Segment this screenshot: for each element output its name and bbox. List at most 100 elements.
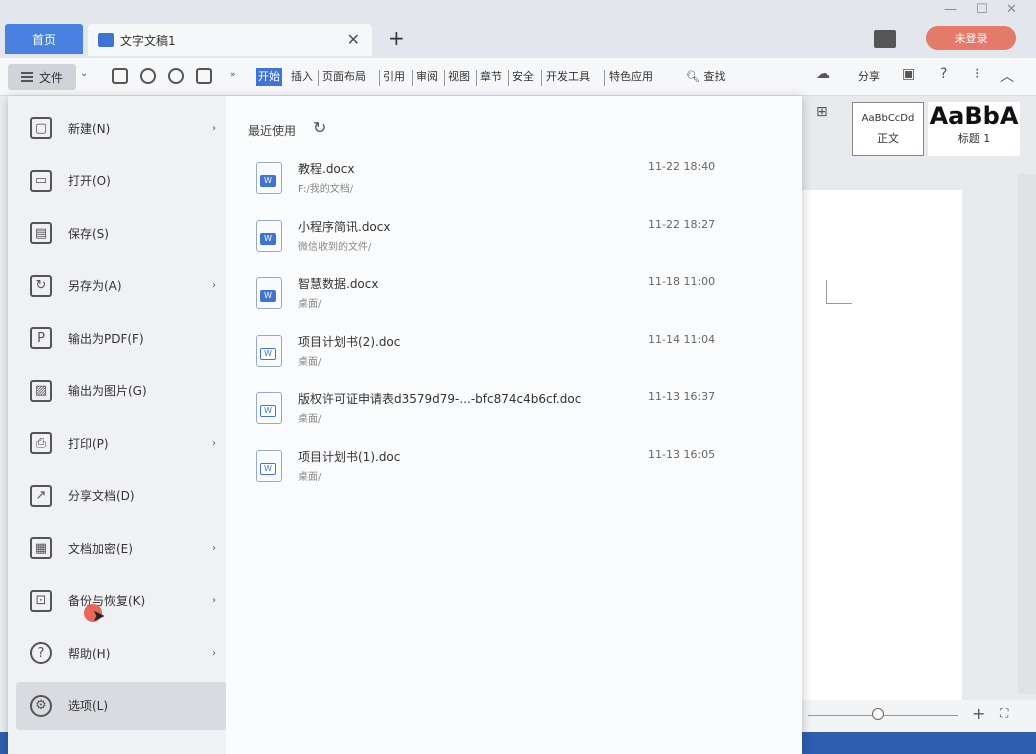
document-tab[interactable]: 文字文稿1 ✕	[88, 24, 372, 56]
recent-title: 最近使用	[248, 124, 297, 138]
tab-chapter[interactable]: 章节	[478, 68, 504, 86]
file-type-badge: W	[260, 175, 276, 187]
style-heading1-label: 标题 1	[957, 132, 991, 145]
recent-file-path: 桌面/	[298, 414, 322, 425]
cloud-sync-icon[interactable]: ☁	[816, 66, 830, 82]
recent-file-name: 项目计划书(2).doc	[298, 334, 401, 349]
menu-item-save-as[interactable]: ↻ 另存为(A) ›	[16, 262, 226, 310]
menu-item-print[interactable]: ⎙ 打印(P) ›	[16, 419, 226, 467]
recent-file-path: 微信收到的文件/	[298, 241, 372, 253]
tab-separator	[379, 70, 380, 86]
home-tab[interactable]: 首页	[5, 24, 83, 54]
menu-item-label: 帮助(H)	[68, 646, 111, 661]
zoom-in-icon[interactable]: +	[972, 704, 985, 723]
zoom-slider-knob[interactable]	[872, 708, 884, 720]
menu-item-label: 打印(P)	[68, 436, 109, 451]
folder-icon: ▭	[30, 169, 52, 192]
recent-file-row[interactable]: W 智慧数据.docx 桌面/11-18 11:00	[240, 269, 800, 323]
file-type-badge: W	[260, 290, 276, 302]
undo-quick-icon[interactable]	[140, 68, 156, 84]
menu-item-label: 选项(L)	[68, 699, 109, 713]
login-button[interactable]: 未登录	[926, 26, 1016, 50]
file-type-badge: W	[260, 462, 276, 475]
menu-item-label: 文档加密(E)	[68, 541, 133, 556]
help-top-icon[interactable]: ?	[940, 66, 947, 82]
recent-file-time: 11-18 11:00	[648, 275, 716, 288]
find-button[interactable]: 🔍︎ 查找	[686, 68, 725, 84]
document-page[interactable]	[800, 190, 962, 700]
style-heading1[interactable]: AaBbA 标题 1	[928, 102, 1020, 156]
collab-icon[interactable]: ▣	[902, 66, 915, 82]
tab-security[interactable]: 安全	[510, 68, 536, 86]
menu-item-new-doc[interactable]: ▢ 新建(N) ›	[16, 104, 226, 152]
chevron-down-icon[interactable]: ⌄	[80, 68, 88, 79]
recent-file-time: 11-22 18:40	[648, 160, 716, 173]
menu-item-folder[interactable]: ▭ 打开(O)	[16, 157, 226, 205]
tab-separator	[604, 70, 605, 86]
tab-references[interactable]: 引用	[381, 68, 407, 86]
save-as-icon: ↻	[30, 274, 52, 297]
save-icon: ▤	[30, 222, 52, 244]
close-window-icon[interactable]: ✕	[1006, 2, 1017, 17]
recent-file-row[interactable]: W 版权许可证申请表d3579d79-...-bfc874c4b6cf.doc 桌面…	[240, 384, 800, 438]
mouse-cursor-icon: ➤	[92, 606, 106, 625]
menu-item-save[interactable]: ▤ 保存(S)	[16, 209, 226, 257]
minimize-icon[interactable]: —	[944, 2, 957, 17]
file-menu-button[interactable]: 文件	[8, 64, 76, 90]
recent-file-row[interactable]: W 小程序简讯.docx 微信收到的文件/11-22 18:27	[240, 212, 800, 266]
recent-file-row[interactable]: W 项目计划书(1).doc 桌面/11-13 16:05	[240, 442, 800, 496]
more-chevron-icon[interactable]: »	[230, 70, 236, 80]
recent-file-name: 教程.docx	[298, 162, 355, 176]
backup-icon: ⊡	[30, 589, 52, 612]
close-tab-icon[interactable]: ✕	[347, 30, 360, 49]
menu-item-help[interactable]: ? 帮助(H) ›	[16, 629, 226, 677]
new-tab-button[interactable]: +	[388, 26, 405, 50]
ribbon-tab-row: 文件 ⌄ » 开始 插入 页面布局 引用 审阅 视图 章节 安全 开发工具 特色…	[0, 58, 1036, 96]
word-file-icon: W	[256, 162, 282, 194]
chevron-right-icon: ›	[212, 122, 216, 134]
tab-developer[interactable]: 开发工具	[544, 68, 592, 86]
recent-file-row[interactable]: W 项目计划书(2).doc 桌面/11-14 11:04	[240, 327, 800, 381]
maximize-icon[interactable]: ☐	[976, 2, 988, 17]
tab-page-layout[interactable]: 页面布局	[320, 68, 368, 86]
style-normal[interactable]: AaBbCcDd 正文	[852, 102, 924, 156]
wps-writer-window: 首页 文字文稿1 ✕ + — ☐ ✕ 未登录 文件 ⌄ » 开始 插入 页面布局…	[0, 0, 1036, 754]
status-bar: + ⛶	[800, 700, 1036, 732]
redo-quick-icon[interactable]	[168, 68, 184, 84]
refresh-icon[interactable]: ↻	[313, 118, 326, 137]
chevron-right-icon: ›	[212, 437, 216, 449]
menu-item-pdf[interactable]: P 输出为PDF(F)	[16, 314, 226, 362]
word-file-icon: W	[256, 392, 282, 424]
recent-file-name: 版权许可证申请表d3579d79-...-bfc874c4b6cf.doc	[298, 392, 582, 406]
save-quick-icon[interactable]	[112, 68, 128, 84]
skin-icon[interactable]	[874, 30, 896, 48]
tab-separator	[508, 70, 509, 86]
print-preview-icon[interactable]	[196, 68, 212, 84]
menu-item-image[interactable]: ▨ 输出为图片(G)	[16, 367, 226, 415]
style-gallery-icon[interactable]: ⊞	[816, 104, 828, 120]
menu-item-gear[interactable]: ⚙ 选项(L)	[16, 681, 226, 730]
recent-file-time: 11-13 16:37	[648, 390, 716, 403]
more-options-icon[interactable]: ⁝	[975, 66, 979, 82]
gear-icon: ⚙	[30, 694, 52, 717]
menu-item-backup[interactable]: ⊡ 备份与恢复(K) ›	[16, 577, 226, 625]
tab-special-apps[interactable]: 特色应用	[607, 68, 655, 86]
print-icon: ⎙	[30, 432, 52, 454]
menu-item-share[interactable]: ↗ 分享文档(D)	[16, 472, 226, 520]
menu-item-encrypt[interactable]: ▦ 文档加密(E) ›	[16, 524, 226, 572]
encrypt-icon: ▦	[30, 537, 52, 559]
tab-insert[interactable]: 插入	[289, 68, 315, 86]
tab-review[interactable]: 审阅	[414, 68, 440, 86]
vertical-scrollbar[interactable]	[1018, 174, 1036, 694]
recent-file-time: 11-14 11:04	[648, 332, 716, 346]
collapse-ribbon-icon[interactable]: ︿	[1000, 66, 1014, 86]
help-icon: ?	[30, 642, 52, 664]
word-file-icon: W	[256, 219, 282, 252]
tab-view[interactable]: 视图	[446, 68, 472, 86]
menu-lines-icon	[20, 72, 33, 82]
fullscreen-icon[interactable]: ⛶	[1000, 706, 1008, 721]
recent-file-row[interactable]: W 教程.docx F:/我的文档/11-22 18:40	[240, 154, 800, 208]
new-doc-icon: ▢	[30, 117, 52, 139]
share-button[interactable]: 分享	[858, 68, 880, 84]
tab-home[interactable]: 开始	[256, 68, 282, 86]
